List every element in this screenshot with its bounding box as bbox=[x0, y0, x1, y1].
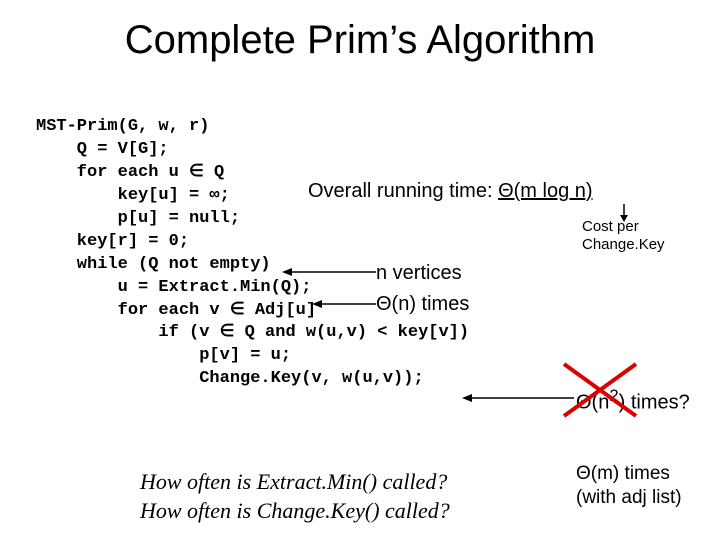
cost-per-line1: Cost per bbox=[582, 218, 665, 236]
question-1: How often is Extract.Min() called? bbox=[140, 468, 450, 497]
question-2: How often is Change.Key() called? bbox=[140, 497, 450, 526]
theta-n2-suffix: ) times? bbox=[619, 392, 690, 414]
answer-2: (with adj list) bbox=[576, 486, 682, 510]
theta-n-squared-label: Θ(n2) times? bbox=[576, 386, 690, 415]
pseudocode-block: MST-Prim(G, w, r) Q = V[G]; for each u ∈… bbox=[36, 116, 469, 391]
answer-1: Θ(m) times bbox=[576, 462, 682, 486]
overall-running-time: Overall running time: Θ(m log n) bbox=[308, 180, 593, 203]
arrow-icon bbox=[462, 390, 574, 406]
theta-n2-exp: 2 bbox=[609, 386, 618, 405]
questions-block: How often is Extract.Min() called? How o… bbox=[140, 468, 450, 525]
answers-block: Θ(m) times (with adj list) bbox=[576, 462, 682, 510]
cost-per-line2: Change.Key bbox=[582, 236, 665, 254]
slide-title: Complete Prim’s Algorithm bbox=[0, 18, 720, 63]
n-vertices-label: n vertices bbox=[376, 262, 462, 285]
overall-prefix: Overall running time: bbox=[308, 180, 498, 202]
theta-n2-prefix: Θ(n bbox=[576, 392, 609, 414]
theta-n-times-label: Θ(n) times bbox=[376, 293, 469, 316]
overall-theta: Θ(m log n) bbox=[498, 180, 592, 202]
cost-per-label: Cost per Change.Key bbox=[582, 218, 665, 254]
